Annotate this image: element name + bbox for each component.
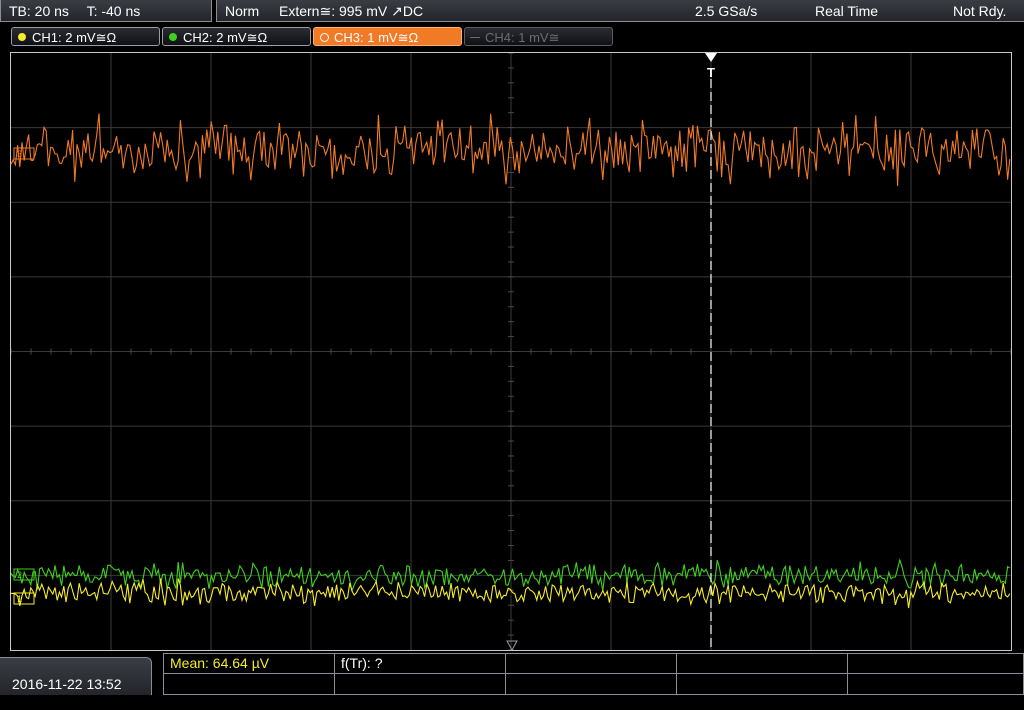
measure-slot-8[interactable] [505, 673, 677, 695]
measure-slot-5[interactable] [847, 653, 1024, 674]
tab-ch3[interactable]: CH3: 1 mV≅Ω [313, 27, 462, 46]
tab-ch4[interactable]: CH4: 1 mV≅ [464, 27, 613, 46]
ch1-waveform [11, 578, 1011, 609]
trigger-position-marker-icon[interactable]: T [705, 53, 717, 80]
timebase-value[interactable]: TB: 20 ns [9, 3, 69, 19]
waveform-display[interactable]: T 3 2 1 [10, 52, 1012, 651]
measure-ftr-value: f(Tr): ? [341, 655, 383, 671]
waveform-canvas[interactable]: T 3 2 1 [11, 53, 1011, 650]
svg-text:2: 2 [17, 570, 22, 580]
measure-slot-9[interactable] [676, 673, 848, 695]
measure-mean-value: Mean: 64.64 µV [170, 655, 270, 671]
ch4-label: CH4: 1 mV≅ [485, 30, 560, 45]
ch4-indicator-icon [470, 37, 480, 38]
ch2-indicator-icon [169, 33, 177, 41]
trigger-panel[interactable]: Norm Extern≅: 995 mV ↗DC 2.5 GSa/s Real … [216, 0, 1024, 22]
trigger-source[interactable]: Extern≅: 995 mV ↗DC [279, 0, 423, 22]
sample-rate: 2.5 GSa/s [695, 3, 758, 19]
measure-slot-3[interactable] [505, 653, 677, 674]
trigger-marker-label: T [707, 65, 715, 80]
ch1-indicator-icon [18, 33, 26, 41]
svg-text:1: 1 [17, 594, 22, 604]
timebase-panel[interactable]: TB: 20 ns T: -40 ns [0, 0, 212, 22]
tab-ch1[interactable]: CH1: 2 mV≅Ω [11, 27, 160, 46]
svg-text:3: 3 [17, 149, 22, 159]
ch3-label: CH3: 1 mV≅Ω [334, 30, 419, 45]
trigger-mode[interactable]: Norm [225, 0, 259, 22]
ch3-indicator-icon [320, 33, 329, 42]
measure-mean[interactable]: Mean: 64.64 µV [163, 653, 335, 674]
ch3-waveform [11, 113, 1011, 186]
channel-level-marker-icon[interactable]: 3 2 1 [13, 147, 35, 605]
ch1-label: CH1: 2 mV≅Ω [32, 30, 117, 45]
channel-bar: CH1: 2 mV≅Ω CH2: 2 mV≅Ω CH3: 1 mV≅Ω CH4:… [0, 24, 1024, 50]
bottom-bar: 2016-11-22 13:52 Mean: 64.64 µV f(Tr): ? [0, 653, 1024, 695]
measure-ftr[interactable]: f(Tr): ? [334, 653, 506, 674]
acquisition-state: Not Rdy. [953, 3, 1007, 19]
status-bar: TB: 20 ns T: -40 ns Norm Extern≅: 995 mV… [0, 0, 1024, 24]
measure-slot-10[interactable] [847, 673, 1024, 695]
trigger-time-value[interactable]: T: -40 ns [87, 3, 141, 19]
ch2-label: CH2: 2 mV≅Ω [183, 30, 268, 45]
measurement-panel[interactable]: Mean: 64.64 µV f(Tr): ? [163, 653, 1024, 695]
datetime-value: 2016-11-22 13:52 [12, 676, 122, 692]
measure-slot-6[interactable] [163, 673, 335, 695]
measure-slot-7[interactable] [334, 673, 506, 695]
measure-slot-4[interactable] [676, 653, 848, 674]
tab-ch2[interactable]: CH2: 2 mV≅Ω [162, 27, 311, 46]
datetime-display: 2016-11-22 13:52 [0, 657, 152, 695]
trigger-level-marker-icon[interactable] [506, 640, 518, 650]
acquisition-mode[interactable]: Real Time [815, 0, 878, 22]
